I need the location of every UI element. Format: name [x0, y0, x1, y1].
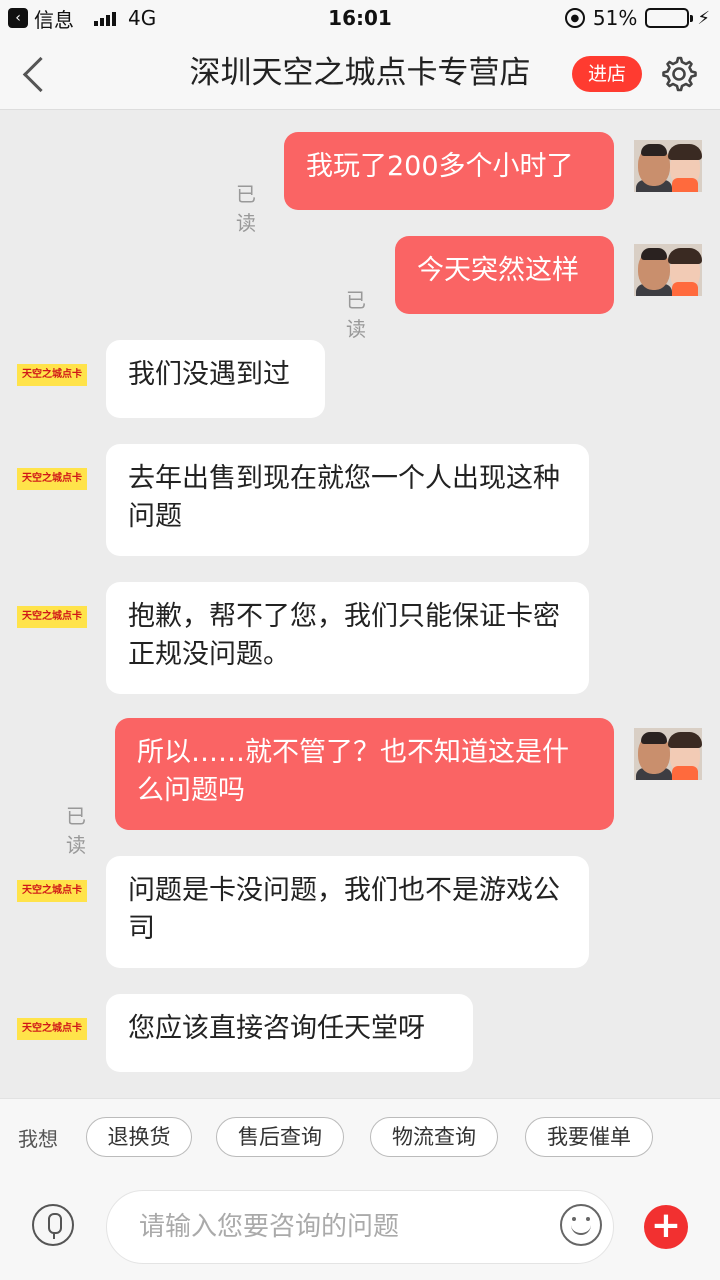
chip-after-sales[interactable]: 售后查询 [216, 1117, 344, 1157]
back-button[interactable] [18, 54, 54, 94]
message-input[interactable]: 请输入您要咨询的问题 [106, 1190, 614, 1264]
shop-avatar[interactable]: 天空之城点卡 [17, 606, 87, 628]
read-receipt: 已读 [66, 804, 86, 857]
message-bubble[interactable]: 去年出售到现在就您一个人出现这种问题 [106, 444, 589, 556]
user-avatar[interactable] [634, 140, 702, 192]
battery-icon [645, 8, 694, 28]
user-avatar[interactable] [634, 244, 702, 296]
shop-avatar[interactable]: 天空之城点卡 [17, 468, 87, 490]
message-bubble[interactable]: 我们没遇到过 [106, 340, 325, 418]
message-bubble[interactable]: 问题是卡没问题，我们也不是游戏公司 [106, 856, 589, 968]
user-avatar[interactable] [634, 728, 702, 780]
read-receipt: 已读 [236, 182, 256, 235]
plus-icon[interactable]: + [644, 1205, 688, 1249]
chat-area[interactable]: 已读 我玩了200多个小时了 已读 今天突然这样 天空之城点卡 我们没遇到过 天… [0, 110, 720, 1098]
emoji-icon[interactable] [560, 1204, 602, 1246]
input-bar: 请输入您要咨询的问题 + [0, 1178, 720, 1280]
message-bubble[interactable]: 您应该直接咨询任天堂呀 [106, 994, 473, 1072]
rotation-lock-icon: ● [564, 8, 585, 28]
message-bubble[interactable]: 抱歉，帮不了您，我们只能保证卡密正规没问题。 [106, 582, 589, 694]
shop-avatar[interactable]: 天空之城点卡 [17, 1018, 87, 1040]
shop-title: 深圳天空之城点卡专营店 [189, 55, 531, 91]
shop-avatar[interactable]: 天空之城点卡 [17, 880, 87, 902]
shop-avatar[interactable]: 天空之城点卡 [17, 364, 87, 386]
message-bubble[interactable]: 我玩了200多个小时了 [284, 132, 614, 210]
status-bar: ‹ 信息 4G 16:01 ● 51% ⚡ [0, 0, 720, 36]
chip-return-exchange[interactable]: 退换货 [86, 1117, 192, 1157]
quick-reply-bar: 我想 退换货 售后查询 物流查询 我要催单 [0, 1098, 720, 1178]
chip-urge-order[interactable]: 我要催单 [525, 1117, 653, 1157]
gear-icon[interactable] [658, 54, 698, 94]
chip-logistics[interactable]: 物流查询 [370, 1117, 498, 1157]
chat-header: 深圳天空之城点卡专营店 进店 [0, 36, 720, 110]
message-bubble[interactable]: 今天突然这样 [395, 236, 614, 314]
enter-shop-button[interactable]: 进店 [572, 56, 642, 92]
microphone-icon[interactable] [32, 1204, 74, 1246]
charging-icon: ⚡ [697, 7, 710, 29]
quick-reply-label: 我想 [18, 1127, 58, 1151]
back-to-app-label[interactable]: 信息 [34, 4, 74, 33]
back-to-app-icon[interactable]: ‹ [8, 8, 28, 28]
battery-percent: 51% [592, 6, 638, 30]
read-receipt: 已读 [346, 288, 366, 341]
network-type: 4G [128, 6, 157, 30]
message-bubble[interactable]: 所以……就不管了？也不知道这是什么问题吗 [115, 718, 614, 830]
signal-icon [94, 10, 116, 26]
